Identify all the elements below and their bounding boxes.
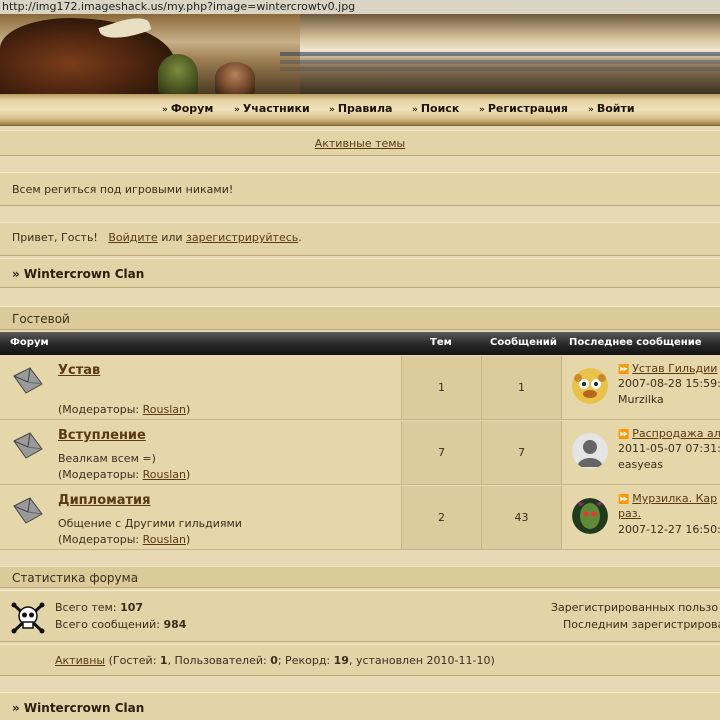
double-chevron-right-icon: » xyxy=(234,105,240,115)
nav-members[interactable]: » Участники xyxy=(234,102,310,115)
last-post-link[interactable]: Устав Гильдии xyxy=(632,362,717,375)
topics-count: 2 xyxy=(402,486,482,550)
active-topics-bar: Активные темы xyxy=(0,130,720,156)
posts-count: 7 xyxy=(482,421,562,485)
stats-title: Статистика форума xyxy=(0,566,720,588)
table-row: Дипломатия Общение с Другими гильдиями (… xyxy=(0,486,720,550)
topics-count: 1 xyxy=(402,356,482,420)
last-post-author: easyeas xyxy=(618,458,663,471)
register-link[interactable]: зарегистрируйтесь xyxy=(186,231,298,244)
envelope-icon xyxy=(13,367,43,394)
online-link[interactable]: Активны xyxy=(55,654,105,667)
last-post-date: 2007-08-28 15:59: xyxy=(618,377,720,390)
skull-crossbones-icon xyxy=(11,602,45,634)
double-chevron-right-icon: » xyxy=(479,105,485,115)
envelope-icon xyxy=(13,432,43,459)
double-chevron-right-icon: » xyxy=(412,105,418,115)
go-to-post-icon[interactable]: ⏩ xyxy=(618,495,629,505)
main-nav: » Форум » Участники » Правила » Поиск » Регис… xyxy=(0,94,720,126)
header-topics: Тем xyxy=(430,337,452,348)
nav-search[interactable]: » Поиск xyxy=(412,102,459,115)
double-chevron-right-icon: » xyxy=(162,105,168,115)
avatar[interactable] xyxy=(572,368,608,404)
nav-login[interactable]: » Войти xyxy=(588,102,635,115)
forum-title-link[interactable]: Устав xyxy=(58,363,100,378)
greeting-or: или xyxy=(161,231,183,244)
avatar[interactable] xyxy=(572,498,608,534)
clan-title-footer: » Wintercrown Clan xyxy=(0,692,720,720)
last-post-link-continued[interactable]: раз. xyxy=(618,507,641,520)
last-post-date: 2007-12-27 16:50: xyxy=(618,523,720,536)
posts-count: 43 xyxy=(482,486,562,550)
nav-rules[interactable]: » Правила xyxy=(329,102,392,115)
forum-title-link[interactable]: Дипломатия xyxy=(58,493,151,508)
double-chevron-right-icon: » xyxy=(329,105,335,115)
topics-count: 7 xyxy=(402,421,482,485)
forum-moderators: (Модераторы: Rouslan) xyxy=(58,403,191,416)
last-post-date: 2011-05-07 07:31: xyxy=(618,442,720,455)
forum-title-link[interactable]: Вступление xyxy=(58,428,146,443)
moderator-link[interactable]: Rouslan xyxy=(143,403,186,416)
url-text: http://img172.imageshack.us/my.php?image… xyxy=(0,0,720,14)
greeting-bar: Привет, Гость! Войдите или зарегистрируй… xyxy=(0,222,720,256)
header-posts: Сообщений xyxy=(490,337,557,348)
stats-panel: Всего тем: 107 Всего сообщений: 984 Заре… xyxy=(0,590,720,642)
registered-users: Зарегистрированных пользо xyxy=(551,601,719,614)
login-link[interactable]: Войдите xyxy=(108,231,157,244)
moderator-link[interactable]: Rouslan xyxy=(143,468,186,481)
forum-banner xyxy=(0,14,720,94)
greeting-suffix: . xyxy=(298,231,302,244)
last-post-author: Murzilka xyxy=(618,393,664,406)
greeting-text: Привет, Гость! xyxy=(12,231,98,244)
category-title: Гостевой xyxy=(0,306,720,330)
avatar[interactable] xyxy=(572,433,608,469)
go-to-post-icon[interactable]: ⏩ xyxy=(618,365,629,375)
total-topics: Всего тем: 107 xyxy=(55,601,144,614)
announcement-text: Всем региться под игровыми никами! xyxy=(12,183,234,196)
table-row: Устав (Модераторы: Rouslan) 1 1 ⏩ Устав Г… xyxy=(0,356,720,420)
clan-title: » Wintercrown Clan xyxy=(0,258,720,288)
moderator-link[interactable]: Rouslan xyxy=(143,533,186,546)
announcement: Всем региться под игровыми никами! xyxy=(0,172,720,206)
forum-table-header: Форум Тем Сообщений Последнее сообщение xyxy=(0,332,720,355)
posts-count: 1 xyxy=(482,356,562,420)
total-posts: Всего сообщений: 984 xyxy=(55,618,187,631)
online-stats: Активны (Гостей: 1, Пользователей: 0; Ре… xyxy=(0,644,720,676)
header-last-post: Последнее сообщение xyxy=(569,337,702,348)
active-topics-link[interactable]: Активные темы xyxy=(315,137,406,150)
forum-moderators: (Модераторы: Rouslan) xyxy=(58,468,191,481)
go-to-post-icon[interactable]: ⏩ xyxy=(618,430,629,440)
envelope-icon xyxy=(13,497,43,524)
forum-moderators: (Модераторы: Rouslan) xyxy=(58,533,191,546)
table-row: Вступление Веалкам всем =) (Модераторы: … xyxy=(0,421,720,485)
header-forum: Форум xyxy=(10,337,49,348)
last-post-link[interactable]: Распродажа ал xyxy=(632,427,720,440)
last-registered: Последним зарегистрирова xyxy=(563,618,720,631)
nav-register[interactable]: » Регистрация xyxy=(479,102,568,115)
double-chevron-right-icon: » xyxy=(588,105,594,115)
nav-forum[interactable]: » Форум xyxy=(162,102,213,115)
last-post-link[interactable]: Мурзилка. Кар xyxy=(632,492,717,505)
forum-description: Веалкам всем =) xyxy=(58,452,156,465)
forum-description: Общение с Другими гильдиями xyxy=(58,517,242,530)
